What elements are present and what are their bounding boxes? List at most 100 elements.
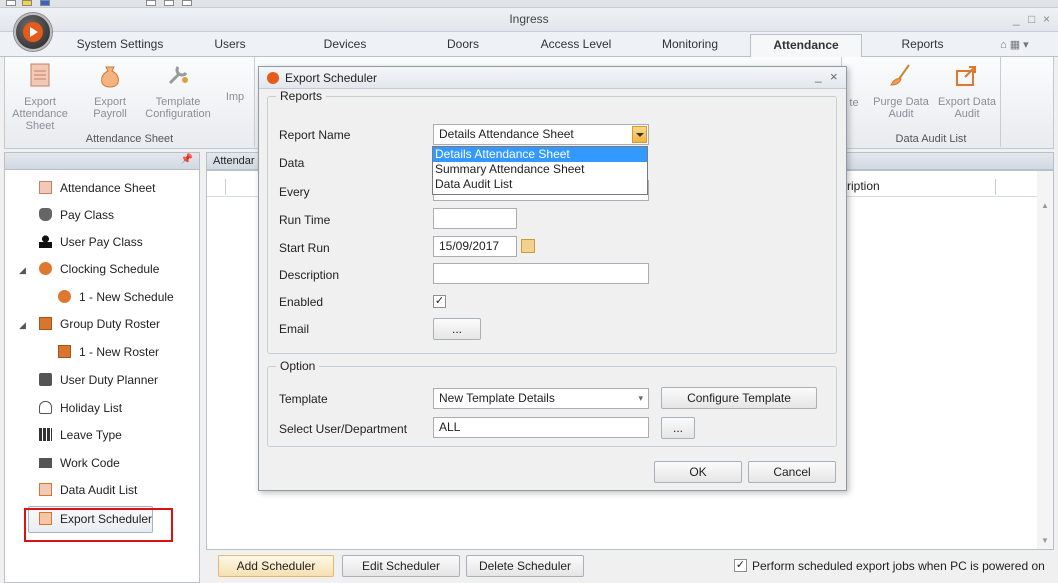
- dropdown-option[interactable]: Summary Attendance Sheet: [433, 162, 647, 177]
- pin-icon[interactable]: 📌: [181, 154, 193, 165]
- roster-icon: [39, 317, 52, 331]
- briefcase-icon: [39, 373, 52, 387]
- tab-system-settings[interactable]: System Settings: [70, 37, 170, 51]
- email-browse-button[interactable]: ...: [433, 318, 481, 340]
- app-menu-orb[interactable]: [14, 13, 52, 51]
- scroll-down-icon[interactable]: ▼: [1041, 536, 1049, 545]
- nav-item-work-code[interactable]: Work Code: [39, 452, 120, 474]
- export-data-audit-button[interactable]: Export Data Audit: [936, 57, 998, 120]
- maximize-button[interactable]: □: [1028, 12, 1035, 26]
- add-scheduler-button[interactable]: Add Scheduler: [218, 555, 334, 577]
- tab-access-level[interactable]: Access Level: [536, 37, 616, 51]
- tab-devices[interactable]: Devices: [315, 37, 375, 51]
- wrench-icon: [168, 66, 188, 85]
- dropdown-option[interactable]: Details Attendance Sheet: [433, 147, 647, 162]
- cancel-button[interactable]: Cancel: [748, 461, 836, 483]
- report-name-label: Report Name: [279, 128, 351, 142]
- list-icon: [39, 483, 52, 497]
- perform-scheduled-checkbox[interactable]: ✓: [734, 559, 747, 572]
- minimize-button[interactable]: _: [1013, 12, 1020, 26]
- reports-group-legend: Reports: [276, 89, 327, 103]
- broom-icon: [890, 64, 910, 86]
- enabled-label: Enabled: [279, 295, 324, 309]
- template-configuration-button[interactable]: Template Configuration: [145, 57, 211, 120]
- select-user-input[interactable]: ALL: [433, 417, 649, 438]
- description-input[interactable]: [433, 263, 649, 284]
- purge-data-audit-button[interactable]: Purge Data Audit: [870, 57, 932, 120]
- ribbon-group-attendance-sheet: Export Attendance Sheet Export Payroll T…: [5, 57, 255, 147]
- toolbar-icon[interactable]: [40, 0, 50, 6]
- calendar-icon[interactable]: [521, 239, 535, 253]
- tab-users[interactable]: Users: [205, 37, 255, 51]
- dropdown-option[interactable]: Data Audit List: [433, 177, 647, 192]
- start-run-label: Start Run: [279, 241, 330, 255]
- window-title: Ingress: [509, 12, 549, 26]
- nav-item-group-duty-roster[interactable]: Group Duty Roster: [39, 313, 160, 335]
- ribbon-partial-label: te: [849, 97, 859, 109]
- select-user-browse-button[interactable]: ...: [661, 417, 695, 439]
- tab-attendance[interactable]: Attendance: [750, 34, 862, 58]
- report-name-dropdown-list: Details Attendance Sheet Summary Attenda…: [432, 146, 648, 195]
- ok-button[interactable]: OK: [654, 461, 742, 483]
- toolbar-icon[interactable]: [146, 0, 156, 6]
- export-attendance-sheet-button[interactable]: Export Attendance Sheet: [7, 57, 73, 132]
- nav-item-pay-class[interactable]: Pay Class: [39, 204, 114, 226]
- ribbon-tabs: System Settings Users Devices Doors Acce…: [0, 32, 1058, 58]
- report-name-combo[interactable]: Details Attendance Sheet: [433, 124, 649, 145]
- nav-item-attendance-sheet[interactable]: Attendance Sheet: [39, 177, 155, 199]
- chevron-down-icon[interactable]: [632, 126, 647, 143]
- nav-item-holiday-list[interactable]: Holiday List: [39, 397, 122, 419]
- delete-scheduler-button[interactable]: Delete Scheduler: [466, 555, 584, 577]
- chevron-down-icon[interactable]: ▾: [638, 389, 643, 408]
- nav-item-export-scheduler[interactable]: Export Scheduler: [39, 508, 152, 530]
- collapse-arrow-icon[interactable]: ◢: [19, 265, 26, 276]
- toolbar-icon[interactable]: [164, 0, 174, 6]
- perform-scheduled-label: Perform scheduled export jobs when PC is…: [752, 559, 1045, 573]
- export-payroll-button[interactable]: Export Payroll: [85, 57, 135, 120]
- nav-item-leave-type[interactable]: Leave Type: [39, 424, 122, 446]
- nav-item-data-audit-list[interactable]: Data Audit List: [39, 479, 137, 501]
- close-button[interactable]: ×: [1043, 12, 1050, 26]
- nav-item-clocking-schedule[interactable]: Clocking Schedule: [39, 258, 159, 280]
- tab-reports[interactable]: Reports: [895, 37, 950, 51]
- select-user-label: Select User/Department: [279, 422, 408, 436]
- dialog-close-button[interactable]: ×: [830, 69, 838, 84]
- toolbar-icon[interactable]: [6, 0, 16, 6]
- nav-item-user-pay-class[interactable]: User Pay Class: [39, 231, 143, 253]
- start-run-input[interactable]: 15/09/2017: [433, 236, 517, 257]
- nav-item-new-schedule[interactable]: 1 - New Schedule: [58, 286, 174, 308]
- clock-icon: [39, 262, 52, 276]
- scroll-up-icon[interactable]: ▲: [1041, 201, 1049, 210]
- toolbar-icon[interactable]: [182, 0, 192, 6]
- dialog-minimize-button[interactable]: _: [815, 69, 822, 83]
- tab-doors[interactable]: Doors: [438, 37, 488, 51]
- nav-item-new-roster[interactable]: 1 - New Roster: [58, 341, 159, 363]
- description-label: Description: [279, 268, 340, 282]
- run-time-input[interactable]: [433, 208, 517, 229]
- toolbar-icon[interactable]: [22, 0, 32, 6]
- dialog-title-bar: Export Scheduler _ ×: [259, 67, 846, 89]
- run-time-label: Run Time: [279, 213, 331, 227]
- configure-template-button[interactable]: Configure Template: [661, 387, 817, 409]
- import-button[interactable]: Imp: [215, 91, 255, 103]
- enabled-checkbox[interactable]: ✓: [433, 295, 446, 308]
- tab-monitoring[interactable]: Monitoring: [655, 37, 725, 51]
- data-label: Data: [279, 156, 305, 170]
- dialog-title: Export Scheduler: [285, 71, 378, 85]
- monitor-icon: [39, 457, 52, 468]
- ribbon-group-label: Data Audit List: [895, 133, 967, 145]
- nav-item-user-duty-planner[interactable]: User Duty Planner: [39, 369, 158, 391]
- vertical-scrollbar[interactable]: ▲ ▼: [1037, 171, 1053, 549]
- collapse-ribbon-icon[interactable]: ⌂ ▦ ▾: [1000, 38, 1029, 51]
- edit-scheduler-button[interactable]: Edit Scheduler: [342, 555, 460, 577]
- sheet-icon: [39, 181, 52, 195]
- grid-col-divider: [225, 179, 226, 195]
- app-logo-icon: [267, 72, 279, 84]
- calendar-icon: [39, 428, 52, 442]
- template-combo[interactable]: New Template Details ▾: [433, 388, 649, 409]
- clock-icon: [58, 290, 71, 304]
- title-bar: Ingress _ □ ×: [0, 8, 1058, 32]
- main-panel-title: Attendar: [213, 155, 255, 167]
- collapse-arrow-icon[interactable]: ◢: [19, 320, 26, 331]
- bottom-action-bar: Add Scheduler Edit Scheduler Delete Sche…: [206, 550, 1054, 583]
